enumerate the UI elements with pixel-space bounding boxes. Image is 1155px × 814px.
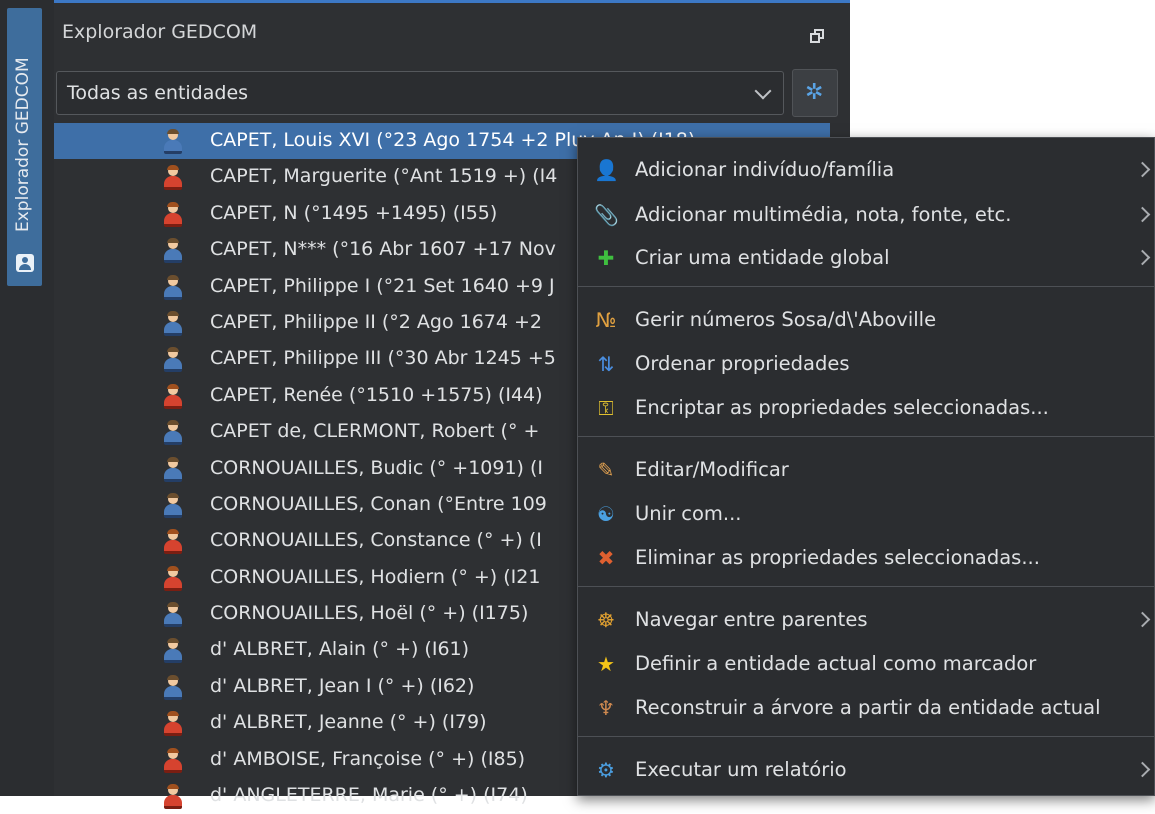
menu-item-label: Editar/Modificar bbox=[635, 458, 789, 481]
side-tab-label: Explorador GEDCOM bbox=[13, 57, 33, 232]
list-item-label: CAPET, Philippe I (°21 Set 1640 +9 J bbox=[210, 274, 555, 297]
male-person-icon bbox=[164, 420, 182, 446]
female-person-icon bbox=[164, 711, 182, 737]
list-item-label: CAPET, N (°1495 +1495) (I55) bbox=[210, 201, 498, 224]
add-media-icon: 📎 bbox=[594, 203, 619, 227]
menu-item[interactable]: № Gerir números Sosa/d\'Aboville bbox=[578, 300, 1155, 340]
entity-filter-value: Todas as entidades bbox=[67, 82, 249, 104]
list-item-label: CORNOUAILLES, Budic (° +1091) (I bbox=[210, 456, 544, 479]
list-item-label: d' ANGLETERRE, Marie (° +) (I74) bbox=[210, 784, 528, 807]
menu-item[interactable]: ✎ Editar/Modificar bbox=[578, 450, 1155, 490]
numbering-icon: № bbox=[595, 308, 617, 332]
menu-item[interactable]: ☯ Unir com... bbox=[578, 494, 1155, 534]
male-person-icon bbox=[164, 602, 182, 628]
menu-separator bbox=[578, 286, 1155, 287]
edit-icon: ✎ bbox=[597, 458, 615, 482]
tree-icon: ♆ bbox=[597, 696, 615, 720]
menu-item-label: Adicionar indivíduo/família bbox=[635, 158, 895, 181]
female-person-icon bbox=[164, 529, 182, 555]
list-item-label: CAPET, Philippe III (°30 Abr 1245 +5 bbox=[210, 347, 556, 370]
menu-separator bbox=[578, 736, 1155, 737]
menu-item-label: Adicionar multimédia, nota, fonte, etc. bbox=[635, 203, 1012, 226]
side-tab-gedcom-explorer[interactable]: Explorador GEDCOM bbox=[7, 8, 42, 286]
merge-icon: ☯ bbox=[597, 502, 615, 526]
menu-item-label: Eliminar as propriedades seleccionadas..… bbox=[635, 546, 1040, 569]
menu-item-label: Executar um relatório bbox=[635, 758, 847, 781]
plus-icon: ✚ bbox=[597, 246, 615, 270]
chevron-right-icon bbox=[1134, 206, 1151, 223]
chevron-down-icon bbox=[754, 82, 772, 100]
chevron-right-icon bbox=[1134, 249, 1151, 266]
menu-item-label: Unir com... bbox=[635, 502, 742, 525]
list-item-label: CORNOUAILLES, Constance (° +) (I bbox=[210, 529, 542, 552]
list-item-label: CAPET, N*** (°16 Abr 1607 +17 Nov bbox=[210, 238, 556, 261]
restore-window-icon[interactable] bbox=[810, 29, 824, 43]
male-person-icon bbox=[164, 638, 182, 664]
menu-item-label: Definir a entidade actual como marcador bbox=[635, 652, 1037, 675]
menu-item[interactable]: ✖ Eliminar as propriedades seleccionadas.… bbox=[578, 538, 1155, 578]
list-item-label: CORNOUAILLES, Hodiern (° +) (I21 bbox=[210, 565, 541, 588]
entity-filter-dropdown[interactable]: Todas as entidades bbox=[56, 71, 784, 115]
list-item-label: CAPET de, CLERMONT, Robert (° + bbox=[210, 420, 540, 443]
menu-separator bbox=[578, 436, 1155, 437]
menu-item[interactable]: ♆ Reconstruir a árvore a partir da entida… bbox=[578, 688, 1155, 728]
list-item-label: d' ALBRET, Jean I (° +) (I62) bbox=[210, 674, 475, 697]
list-item-label: CAPET, Marguerite (°Ant 1519 +) (I4 bbox=[210, 165, 558, 188]
male-person-icon bbox=[164, 129, 182, 154]
sort-icon: ⇅ bbox=[597, 352, 615, 376]
menu-item[interactable]: 👤 Adicionar indivíduo/família bbox=[578, 150, 1155, 190]
female-person-icon bbox=[164, 201, 182, 227]
female-person-icon bbox=[164, 747, 182, 773]
menu-item[interactable]: ⚿ Encriptar as propriedades seleccionadas… bbox=[578, 388, 1155, 428]
helm-icon: ☸ bbox=[597, 608, 615, 632]
menu-item[interactable]: 📎 Adicionar multimédia, nota, fonte, etc. bbox=[578, 195, 1155, 235]
male-person-icon bbox=[164, 238, 182, 264]
menu-item-label: Encriptar as propriedades seleccionadas.… bbox=[635, 396, 1049, 419]
side-strip: Explorador GEDCOM bbox=[0, 0, 54, 796]
menu-item[interactable]: ⇅ Ordenar propriedades bbox=[578, 344, 1155, 384]
list-item-label: d' ALBRET, Alain (° +) (I61) bbox=[210, 638, 470, 661]
person-card-icon bbox=[16, 254, 34, 272]
female-person-icon bbox=[164, 565, 182, 591]
list-item-label: CAPET, Philippe II (°2 Ago 1674 +2 bbox=[210, 310, 543, 333]
chevron-right-icon bbox=[1134, 161, 1151, 178]
context-menu: 👤 Adicionar indivíduo/família 📎 Adicionar m… bbox=[577, 137, 1155, 796]
list-item-label: d' ALBRET, Jeanne (° +) (I79) bbox=[210, 711, 487, 734]
menu-separator bbox=[578, 586, 1155, 587]
list-item-label: CORNOUAILLES, Conan (°Entre 109 bbox=[210, 492, 547, 515]
female-person-icon bbox=[164, 784, 182, 810]
report-icon: ⚙ bbox=[597, 758, 615, 782]
chevron-right-icon bbox=[1134, 611, 1151, 628]
key-icon: ⚿ bbox=[598, 396, 614, 420]
male-person-icon bbox=[164, 274, 182, 300]
female-person-icon bbox=[164, 383, 182, 409]
star-icon: ★ bbox=[597, 652, 615, 676]
delete-icon: ✖ bbox=[597, 546, 615, 570]
panel-title: Explorador GEDCOM bbox=[62, 21, 258, 43]
gear-icon: ✲ bbox=[805, 80, 824, 105]
menu-item[interactable]: ⚙ Executar um relatório bbox=[578, 750, 1155, 790]
male-person-icon bbox=[164, 347, 182, 373]
list-item-label: CORNOUAILLES, Hoël (° +) (I175) bbox=[210, 602, 529, 625]
menu-item[interactable]: ★ Definir a entidade actual como marcador bbox=[578, 644, 1155, 684]
chevron-right-icon bbox=[1134, 761, 1151, 778]
menu-item-label: Gerir números Sosa/d\'Aboville bbox=[635, 308, 937, 331]
settings-button[interactable]: ✲ bbox=[792, 69, 838, 117]
female-person-icon bbox=[164, 165, 182, 191]
male-person-icon bbox=[164, 310, 182, 336]
menu-item-label: Navegar entre parentes bbox=[635, 608, 868, 631]
add-person-icon: 👤 bbox=[594, 158, 619, 182]
list-item-label: CAPET, Renée (°1510 +1575) (I44) bbox=[210, 383, 543, 406]
menu-item-label: Reconstruir a árvore a partir da entidad… bbox=[635, 696, 1101, 719]
male-person-icon bbox=[164, 456, 182, 482]
menu-item-label: Ordenar propriedades bbox=[635, 352, 850, 375]
menu-item[interactable]: ✚ Criar uma entidade global bbox=[578, 238, 1155, 278]
menu-item-label: Criar uma entidade global bbox=[635, 246, 890, 269]
male-person-icon bbox=[164, 674, 182, 700]
menu-item[interactable]: ☸ Navegar entre parentes bbox=[578, 600, 1155, 640]
male-person-icon bbox=[164, 492, 182, 518]
list-item-label: d' AMBOISE, Françoise (° +) (I85) bbox=[210, 747, 526, 770]
